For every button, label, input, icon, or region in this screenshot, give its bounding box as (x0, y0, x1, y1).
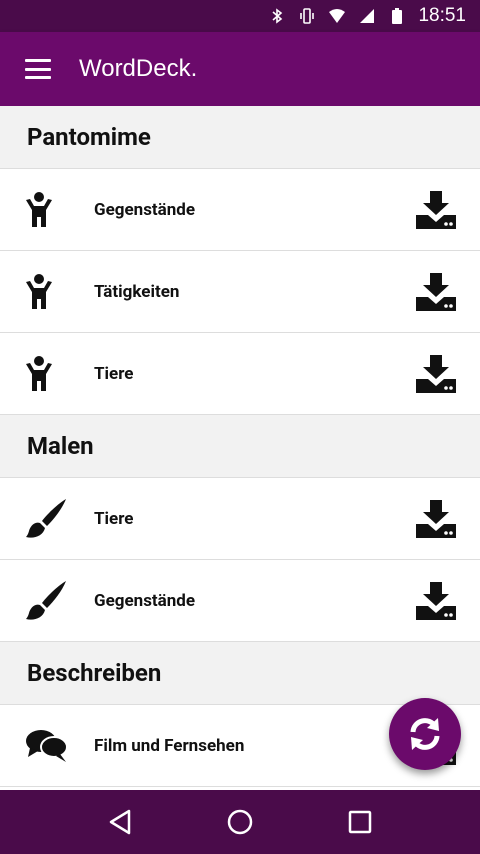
person-icon (26, 191, 52, 227)
back-triangle-icon (109, 809, 131, 835)
person-icon (26, 355, 52, 391)
download-icon (416, 272, 456, 311)
list-item[interactable]: Tiere (0, 333, 480, 415)
download-button[interactable] (406, 180, 466, 240)
download-icon (416, 354, 456, 393)
download-icon (416, 581, 456, 620)
deck-list: Pantomime Gegenstände Tätigkeiten Tiere … (0, 106, 480, 790)
app-bar: WordDeck. (0, 32, 480, 106)
status-time: 18:51 (418, 5, 466, 26)
download-button[interactable] (406, 344, 466, 404)
item-label: Gegenstände (94, 590, 196, 611)
item-label: Tätigkeiten (94, 281, 180, 302)
item-label: Tiere (94, 363, 134, 384)
section-header-beschreiben: Beschreiben (0, 642, 480, 705)
section-header-malen: Malen (0, 415, 480, 478)
status-bar: 18:51 (0, 0, 480, 32)
vibrate-icon (300, 8, 315, 24)
list-item[interactable]: Tiere (0, 478, 480, 560)
signal-icon (360, 9, 375, 23)
bluetooth-icon (272, 8, 283, 24)
back-button[interactable] (100, 802, 140, 842)
recents-button[interactable] (340, 802, 380, 842)
speech-bubbles-icon (26, 729, 68, 762)
list-item[interactable]: Gegenstände (0, 560, 480, 642)
home-circle-icon (227, 809, 253, 835)
download-button[interactable] (406, 489, 466, 549)
section-header-pantomime: Pantomime (0, 106, 480, 169)
list-item[interactable]: Tätigkeiten (0, 251, 480, 333)
download-button[interactable] (406, 262, 466, 322)
system-nav-bar (0, 790, 480, 854)
download-icon (416, 499, 456, 538)
refresh-button[interactable] (389, 698, 461, 770)
person-icon (26, 273, 52, 309)
item-label: Film und Fernsehen (94, 735, 245, 756)
download-button[interactable] (406, 571, 466, 631)
recents-square-icon (348, 810, 372, 834)
download-icon (416, 190, 456, 229)
paintbrush-icon (26, 498, 66, 538)
item-label: Gegenstände (94, 199, 196, 220)
paintbrush-icon (26, 580, 66, 620)
list-item[interactable]: Gegenstände (0, 169, 480, 251)
app-title: WordDeck. (79, 55, 198, 82)
item-label: Tiere (94, 508, 134, 529)
battery-icon (392, 8, 403, 24)
refresh-icon (410, 718, 440, 750)
home-button[interactable] (220, 802, 260, 842)
menu-icon[interactable] (25, 59, 51, 79)
wifi-icon (329, 9, 346, 23)
